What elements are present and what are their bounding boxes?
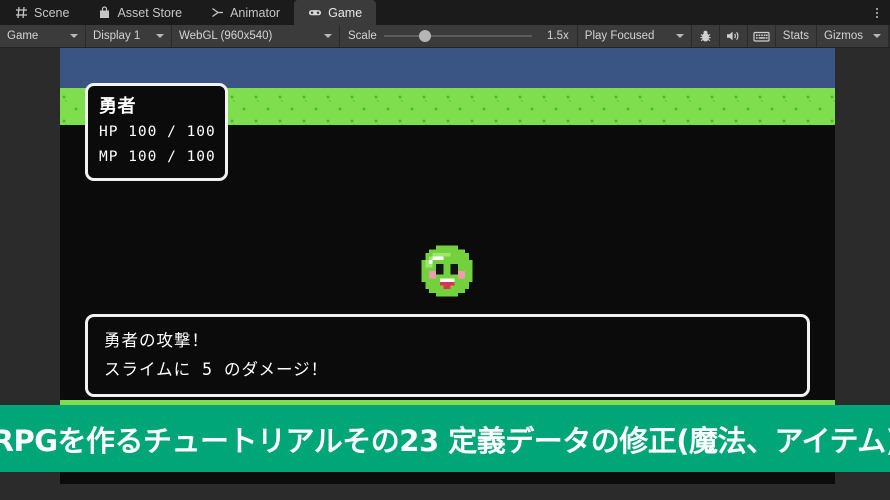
resolution-dropdown[interactable]: WebGL (960x540) (172, 25, 340, 47)
scale-slider[interactable]: Scale 1.5x (340, 25, 578, 47)
bug-icon[interactable] (692, 25, 720, 47)
gizmos-dropdown[interactable]: Gizmos (817, 25, 889, 47)
slime-sprite[interactable] (418, 242, 476, 300)
tab-asset-store-label: Asset Store (117, 5, 183, 20)
stats-label: Stats (782, 30, 809, 42)
chevron-down-icon (156, 34, 164, 38)
display-label: Display 1 (93, 30, 141, 42)
tab-scene-label: Scene (34, 5, 70, 20)
player-hp: HP 100 / 100 (99, 124, 216, 141)
chevron-down-icon (324, 34, 332, 38)
scale-slider-track[interactable] (383, 30, 532, 42)
tutorial-banner-text: RPGを作るチュートリアルその23 定義データの修正(魔法、アイテム) (0, 423, 890, 458)
unity-editor-window: Scene Asset Store Animator Game Game Dis… (0, 0, 890, 500)
tutorial-banner: RPGを作るチュートリアルその23 定義データの修正(魔法、アイテム) (0, 405, 890, 472)
player-status-window: 勇者 HP 100 / 100 MP 100 / 100 (85, 83, 228, 182)
gizmos-label: Gizmos (824, 30, 863, 42)
stats-button[interactable]: Stats (776, 25, 817, 47)
chevron-down-icon (872, 34, 881, 38)
tab-game[interactable]: Game (294, 0, 377, 25)
chevron-down-icon (675, 34, 684, 38)
view-target-dropdown[interactable]: Game (0, 25, 86, 47)
speaker-icon[interactable] (720, 25, 748, 47)
scale-value: 1.5x (547, 30, 569, 42)
display-dropdown[interactable]: Display 1 (86, 25, 172, 47)
scale-label: Scale (348, 30, 377, 42)
scale-slider-knob[interactable] (419, 30, 432, 42)
view-target-label: Game (7, 30, 39, 42)
grid-icon (14, 6, 28, 20)
play-mode-dropdown[interactable]: Play Focused (578, 25, 692, 47)
tab-game-label: Game (328, 5, 363, 20)
kebab-menu-icon[interactable] (870, 3, 884, 22)
animator-icon (210, 6, 224, 20)
game-view-toolbar: Game Display 1 WebGL (960x540) Scale 1.5… (0, 25, 890, 48)
chevron-down-icon (70, 34, 78, 38)
tab-animator-label: Animator (230, 5, 281, 20)
gamepad-icon (308, 6, 322, 20)
bag-icon (97, 6, 111, 20)
player-name: 勇者 (99, 96, 136, 117)
tab-bar: Scene Asset Store Animator Game (0, 0, 890, 25)
sky-band (60, 48, 835, 88)
resolution-label: WebGL (960x540) (179, 30, 273, 42)
message-line-1: 勇者の攻撃！ (104, 331, 209, 350)
keyboard-icon[interactable] (748, 25, 776, 47)
play-mode-label: Play Focused (584, 30, 655, 42)
message-line-2: スライムに 5 のダメージ！ (104, 360, 329, 380)
player-mp: MP 100 / 100 (99, 148, 216, 165)
tab-animator[interactable]: Animator (196, 0, 294, 25)
tab-asset-store[interactable]: Asset Store (83, 0, 196, 25)
battle-message-window: 勇者の攻撃！ スライムに 5 のダメージ！ (85, 314, 810, 397)
tab-scene[interactable]: Scene (0, 0, 83, 25)
